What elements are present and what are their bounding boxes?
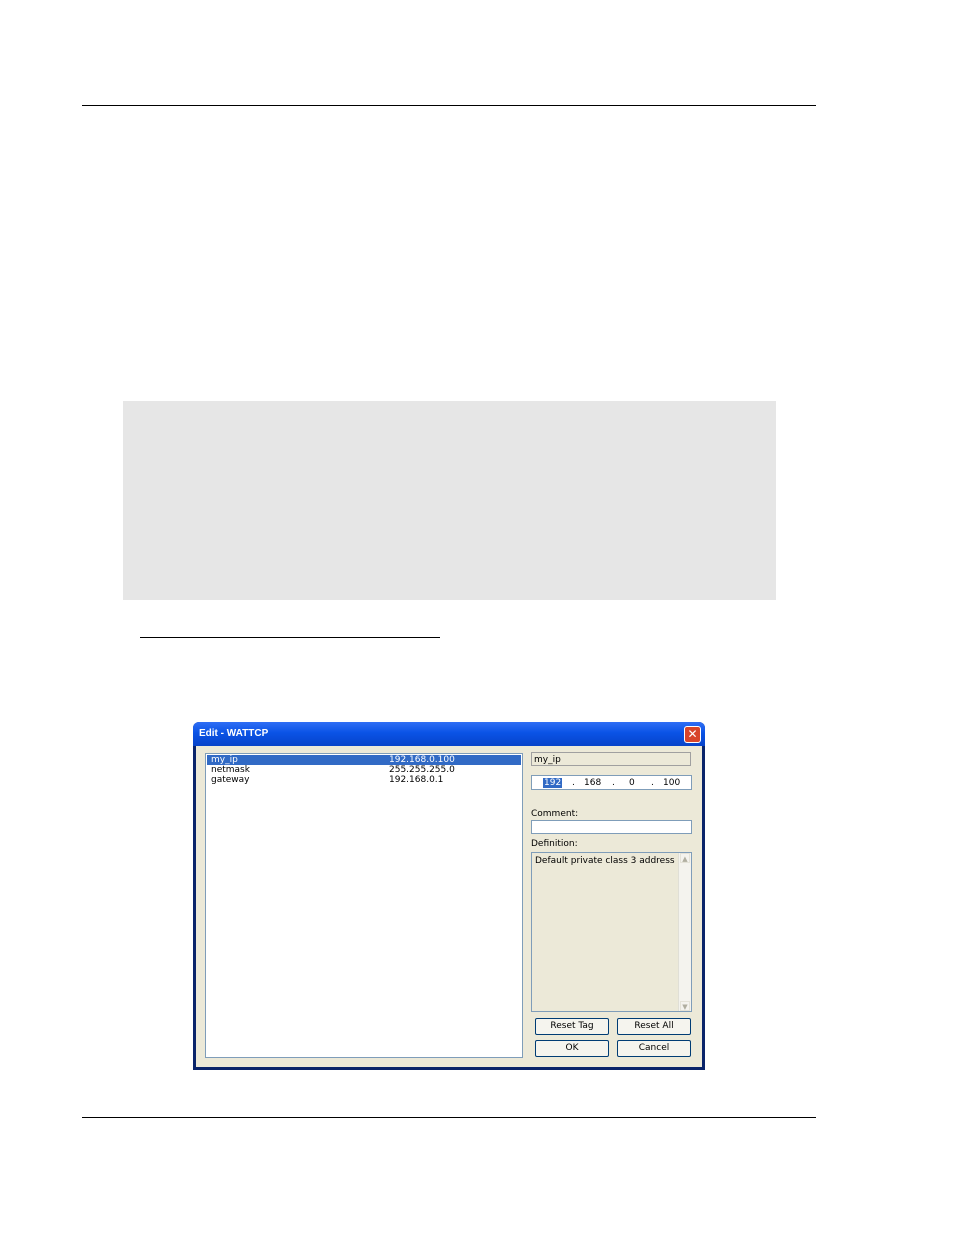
ip-octet-3[interactable]: 0 (629, 778, 635, 788)
comment-field[interactable] (531, 820, 692, 834)
ip-dot: . (612, 778, 615, 788)
dialog-title: Edit - WATTCP (199, 728, 269, 739)
definition-scrollbar[interactable]: ▲ ▼ (678, 853, 691, 1011)
ip-dot: . (651, 778, 654, 788)
list-item-value: 192.168.0.100 (389, 755, 455, 765)
list-item-name: my_ip (211, 755, 238, 765)
scroll-up-icon[interactable]: ▲ (680, 853, 690, 863)
scroll-down-icon[interactable]: ▼ (680, 1001, 690, 1011)
ip-octet-1[interactable]: 192 (543, 778, 563, 788)
list-item-name: gateway (211, 775, 250, 785)
ip-octet-4[interactable]: 100 (663, 778, 680, 788)
dialog-titlebar[interactable]: Edit - WATTCP ✕ (193, 722, 705, 746)
reset-all-button[interactable]: Reset All (617, 1018, 691, 1035)
dialog-client-area: my_ip 192.168.0.100 netmask 255.255.255.… (196, 746, 702, 1067)
ip-dot: . (572, 778, 575, 788)
ok-button[interactable]: OK (535, 1040, 609, 1057)
tag-list[interactable]: my_ip 192.168.0.100 netmask 255.255.255.… (205, 753, 523, 1058)
link-underline (140, 637, 440, 638)
reset-tag-button[interactable]: Reset Tag (535, 1018, 609, 1035)
definition-text: Default private class 3 address (535, 856, 675, 866)
ip-address-input[interactable]: 192 . 168 . 0 . 100 (531, 775, 692, 790)
edit-wattcp-dialog: Edit - WATTCP ✕ my_ip 192.168.0.100 netm… (193, 722, 705, 1070)
list-item-my-ip[interactable]: my_ip 192.168.0.100 (207, 755, 521, 765)
tag-name-field: my_ip (531, 752, 691, 766)
definition-label: Definition: (531, 839, 578, 849)
ip-octet-2[interactable]: 168 (584, 778, 601, 788)
list-item-value: 192.168.0.1 (389, 775, 444, 785)
footer-rule (82, 1117, 816, 1118)
list-item-name: netmask (211, 765, 250, 775)
definition-box: Default private class 3 address ▲ ▼ (531, 852, 692, 1012)
cancel-button[interactable]: Cancel (617, 1040, 691, 1057)
list-item-gateway[interactable]: gateway 192.168.0.1 (207, 775, 521, 785)
comment-label: Comment: (531, 809, 579, 819)
close-icon[interactable]: ✕ (684, 726, 701, 743)
shaded-text-panel (123, 401, 776, 600)
list-item-netmask[interactable]: netmask 255.255.255.0 (207, 765, 521, 775)
header-rule (82, 105, 816, 106)
list-item-value: 255.255.255.0 (389, 765, 455, 775)
